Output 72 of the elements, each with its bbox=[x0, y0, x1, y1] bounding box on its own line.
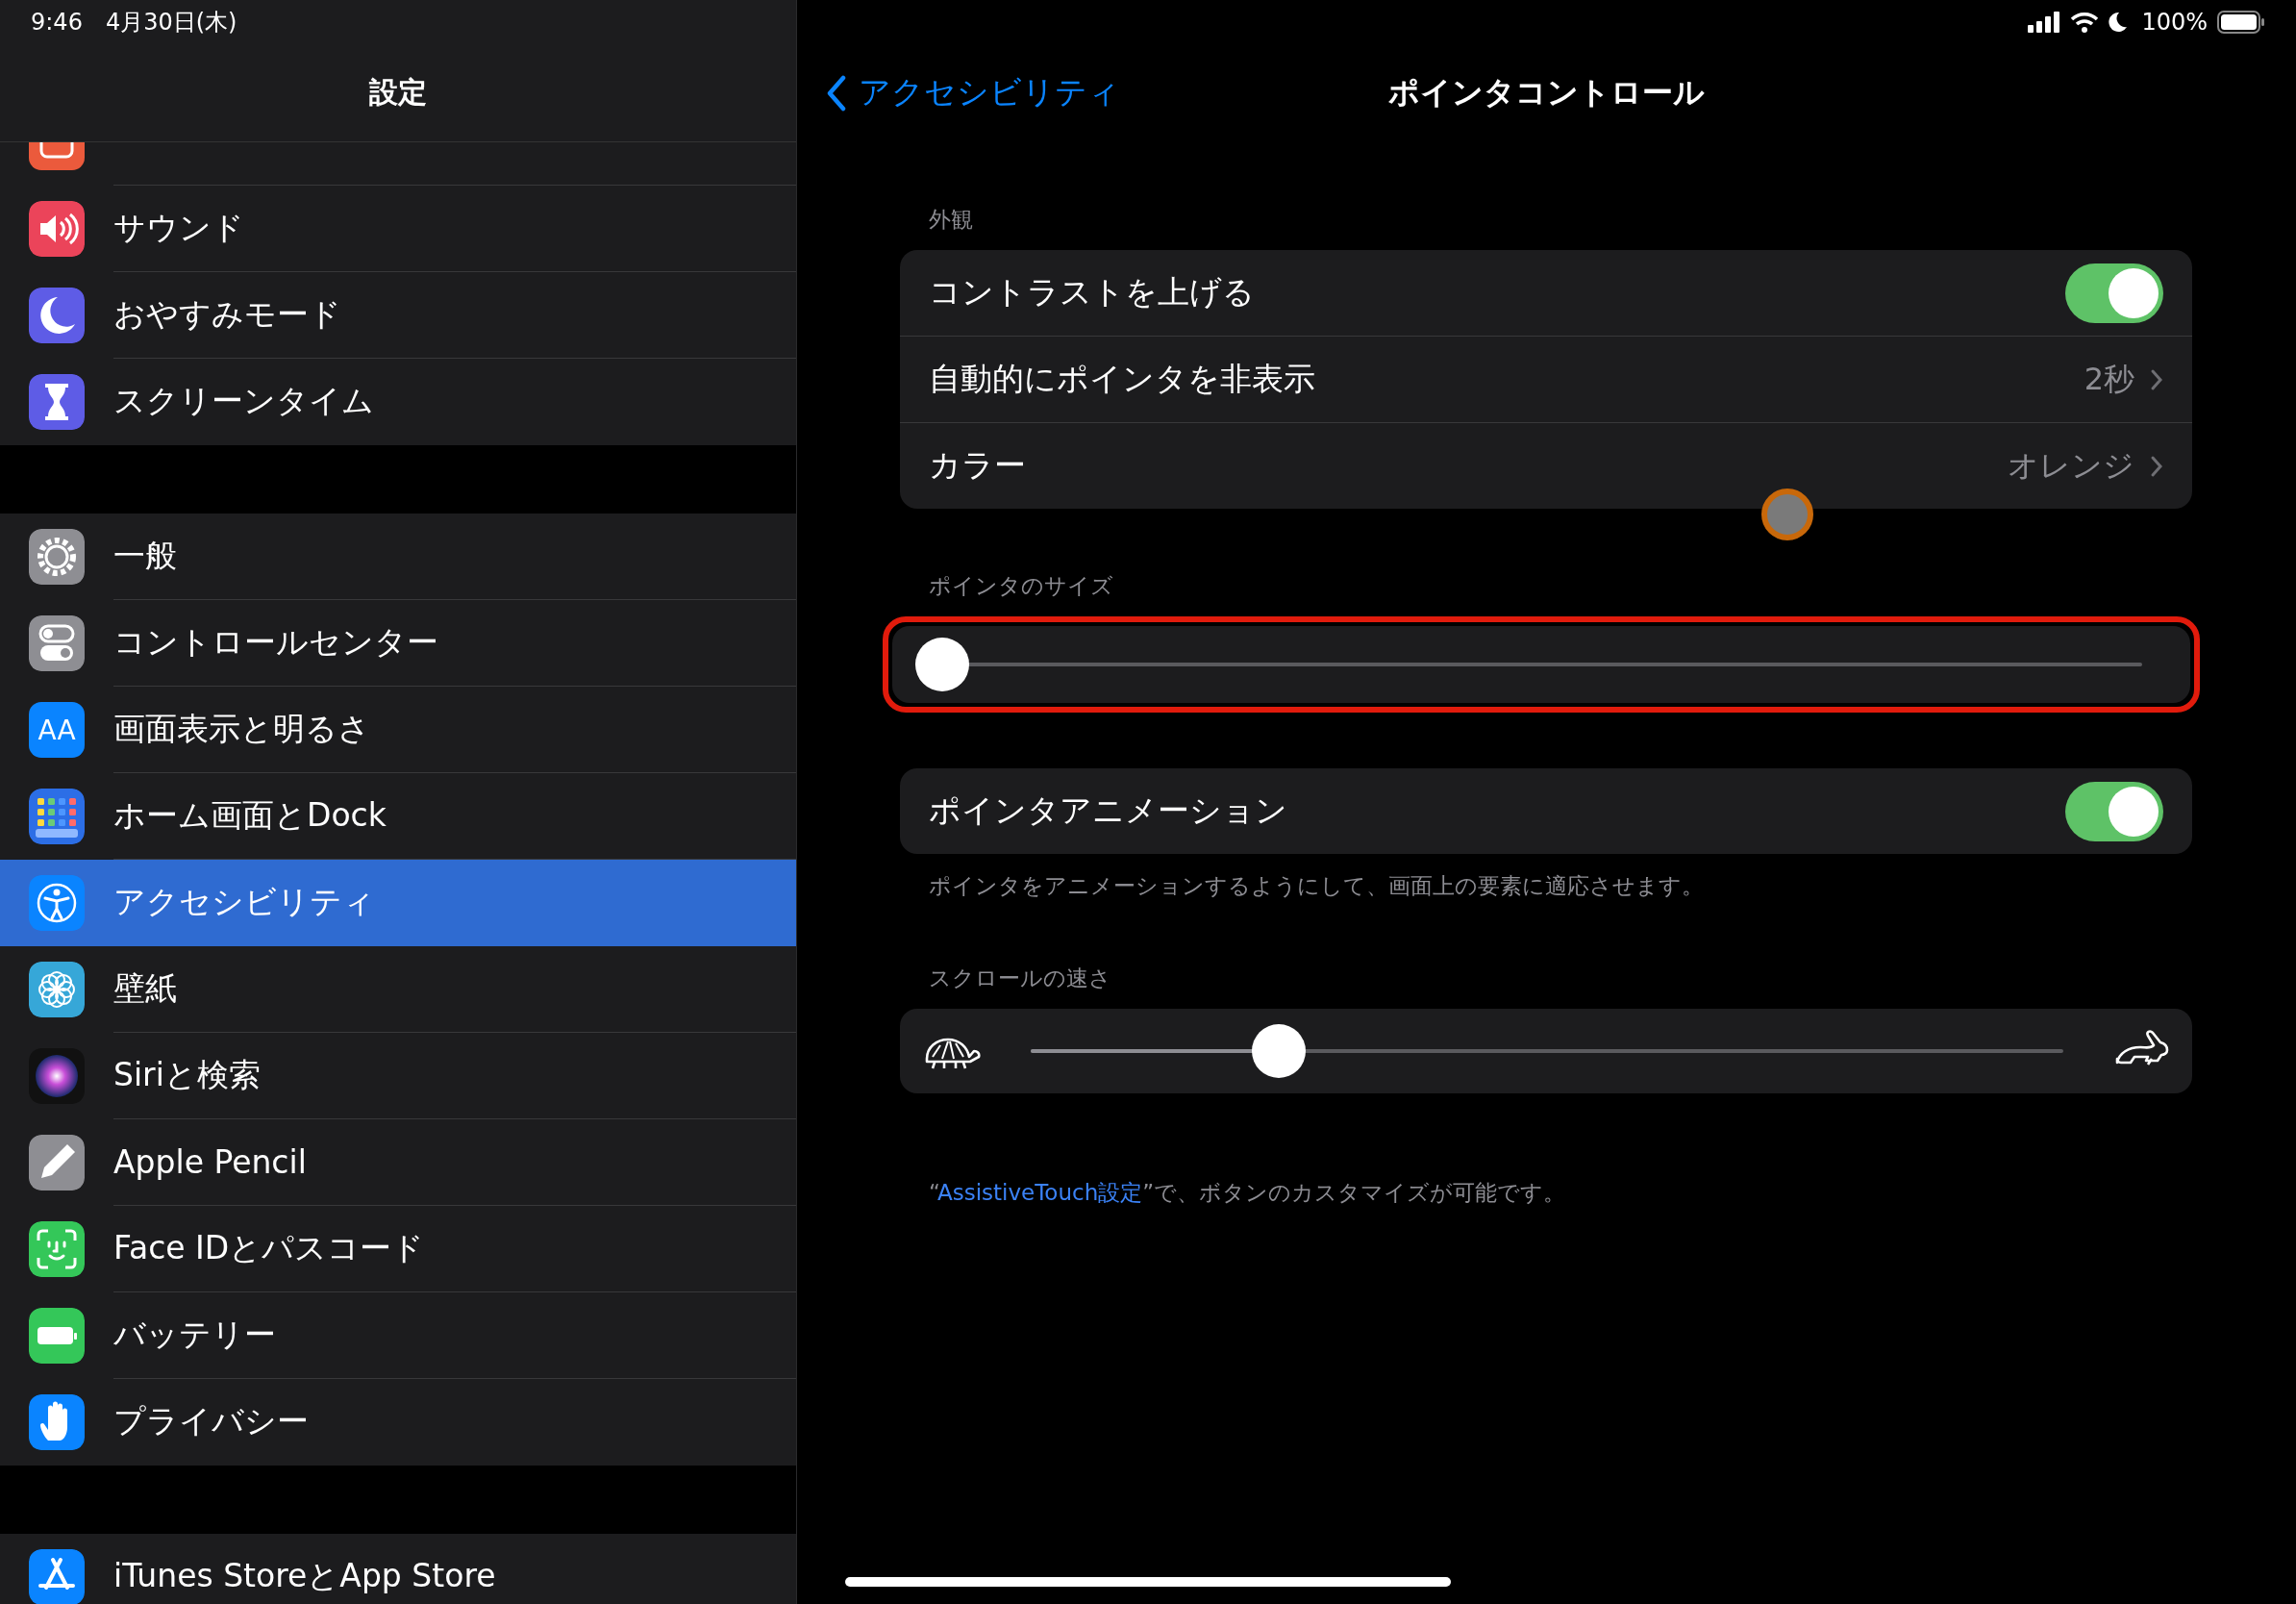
settings-item-label: Face IDとパスコード bbox=[113, 1228, 425, 1268]
settings-item-label: iTunes StoreとApp Store bbox=[113, 1556, 496, 1596]
text-size-icon: AA bbox=[29, 702, 85, 758]
section-header: 外観 bbox=[928, 206, 974, 234]
setting-value: 2秒 bbox=[2084, 359, 2134, 399]
status-date: 4月30日(木) bbox=[105, 7, 237, 38]
flower-icon bbox=[29, 962, 85, 1017]
battery-icon bbox=[29, 1308, 85, 1364]
settings-item-label: サウンド bbox=[113, 208, 244, 248]
settings-item[interactable]: プライバシー bbox=[0, 1379, 796, 1466]
settings-item[interactable]: サウンド bbox=[0, 186, 796, 272]
setting-label: カラー bbox=[929, 445, 1027, 486]
face-icon bbox=[29, 1221, 85, 1277]
setting-label: コントラストを上げる bbox=[929, 272, 1256, 313]
chevron-icon bbox=[2150, 367, 2163, 391]
person-icon bbox=[29, 875, 85, 931]
crossed-lines-icon bbox=[29, 1549, 85, 1604]
wifi-icon bbox=[2070, 11, 2100, 33]
assistivetouch-link[interactable]: AssistiveTouch設定 bbox=[936, 1180, 1143, 1205]
settings-item-label: Apple Pencil bbox=[113, 1143, 307, 1181]
settings-item[interactable]: バッテリー bbox=[0, 1292, 796, 1379]
hourglass-icon bbox=[29, 374, 85, 430]
grid-icon bbox=[29, 789, 85, 844]
setting-label: ポインタアニメーション bbox=[929, 790, 1288, 831]
section-header: ポインタのサイズ bbox=[928, 572, 1114, 600]
sidebar-title: 設定 bbox=[369, 73, 427, 111]
settings-item-label: バッテリー bbox=[113, 1315, 276, 1355]
speaker-icon bbox=[29, 201, 85, 257]
settings-item-label: 壁紙 bbox=[113, 968, 177, 1009]
settings-item[interactable]: 壁紙 bbox=[0, 946, 796, 1033]
settings-item[interactable]: Siriと検索 bbox=[0, 1033, 796, 1119]
settings-item[interactable]: 一般 bbox=[0, 514, 796, 600]
settings-item-label: スクリーンタイム bbox=[113, 381, 374, 421]
settings-item[interactable]: おやすみモード bbox=[0, 272, 796, 359]
back-link[interactable]: アクセシビリティ bbox=[826, 71, 1120, 114]
pointer-cursor-icon bbox=[1760, 488, 1814, 541]
settings-item-label: 一般 bbox=[113, 536, 177, 576]
moon-icon bbox=[2109, 11, 2129, 33]
settings-item[interactable]: AA 画面表示と明るさ bbox=[0, 687, 796, 773]
signal-icon bbox=[2028, 11, 2061, 33]
settings-item[interactable]: Face IDとパスコード bbox=[0, 1206, 796, 1292]
settings-item[interactable]: アクセシビリティ bbox=[0, 860, 796, 946]
notifications-icon bbox=[29, 142, 85, 170]
section-header: スクロールの速さ bbox=[928, 965, 1112, 992]
battery-percent: 100% bbox=[2141, 8, 2208, 36]
pencil-icon bbox=[29, 1135, 85, 1190]
section-footer: ポインタをアニメーションするようにして、画面上の要素に適応させます。 bbox=[900, 871, 2192, 901]
settings-item-label: アクセシビリティ bbox=[113, 882, 375, 922]
settings-item-label: おやすみモード bbox=[113, 294, 341, 335]
settings-item-label: コントロールセンター bbox=[113, 622, 438, 663]
setting-value: オレンジ bbox=[2008, 445, 2134, 486]
status-time: 9:46 bbox=[31, 8, 83, 36]
back-chevron-icon bbox=[826, 74, 847, 112]
settings-item-label: プライバシー bbox=[113, 1401, 309, 1441]
switches-icon bbox=[29, 615, 85, 671]
moon-icon bbox=[29, 288, 85, 343]
settings-item-label: Siriと検索 bbox=[113, 1055, 261, 1095]
settings-item[interactable]: iTunes StoreとApp Store bbox=[0, 1534, 796, 1604]
page-title: ポインタコントロール bbox=[1388, 72, 1705, 113]
settings-item[interactable]: スクリーンタイム bbox=[0, 359, 796, 445]
hand-icon bbox=[29, 1394, 85, 1450]
settings-item[interactable]: コントロールセンター bbox=[0, 600, 796, 687]
gear-icon bbox=[29, 529, 85, 585]
orb-icon bbox=[29, 1048, 85, 1104]
footer-note: “AssistiveTouch設定”で、ボタンのカスタマイズが可能です。 bbox=[928, 1179, 1567, 1207]
settings-item[interactable]: Apple Pencil bbox=[0, 1119, 796, 1206]
settings-item-label: 画面表示と明るさ bbox=[113, 709, 370, 749]
settings-item-label: ホーム画面とDock bbox=[113, 795, 387, 836]
battery-icon bbox=[2217, 10, 2265, 34]
slider-thumb[interactable] bbox=[915, 638, 969, 691]
setting-label: 自動的にポインタを非表示 bbox=[929, 359, 1316, 399]
chevron-icon bbox=[2150, 454, 2163, 478]
